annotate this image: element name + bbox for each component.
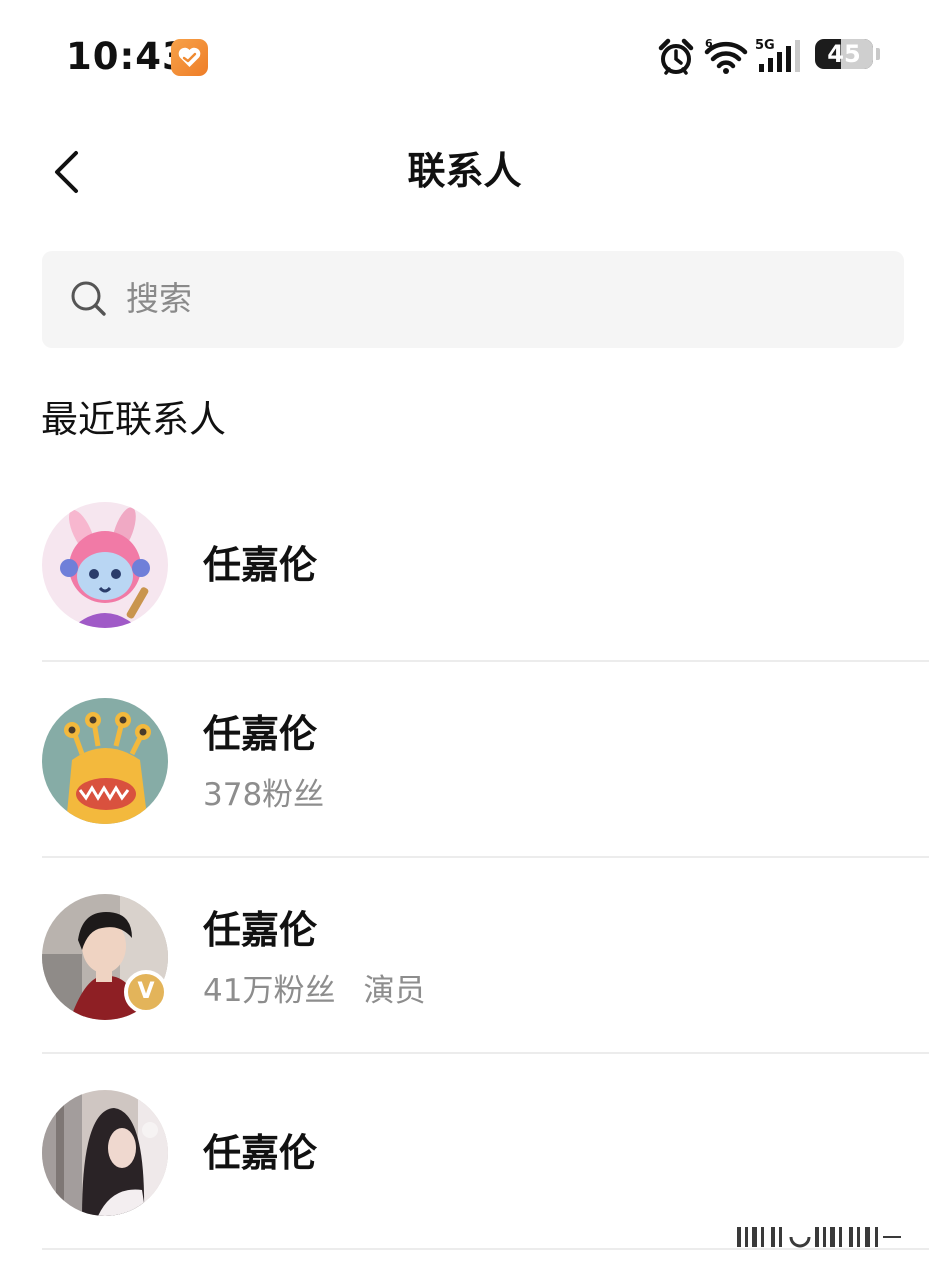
- page-title: 联系人: [407, 149, 522, 193]
- contact-row[interactable]: 任嘉伦: [0, 466, 929, 662]
- verified-badge: V: [124, 970, 168, 1014]
- photo-avatar: [42, 1090, 168, 1216]
- watermark-graphic: [737, 1227, 901, 1248]
- battery-icon: 45: [815, 39, 873, 69]
- battery-level: 45: [827, 40, 861, 68]
- network-label: 5G: [755, 38, 775, 53]
- cellular-signal-icon: 5G: [755, 38, 800, 72]
- status-bar: 10:43 6 5G 45: [0, 0, 929, 110]
- contact-name: 任嘉伦: [203, 908, 318, 952]
- search-icon: [71, 281, 106, 316]
- alarm-icon: [658, 38, 694, 75]
- battery-cap: [876, 48, 880, 60]
- search-placeholder: 搜索: [126, 279, 192, 318]
- contact-meta: 378粉丝: [203, 774, 324, 816]
- contact-meta: 41万粉丝 演员: [203, 970, 425, 1012]
- monster-avatar: [42, 698, 168, 824]
- search-input[interactable]: 搜索: [42, 251, 904, 348]
- contact-name: 任嘉伦: [203, 712, 318, 756]
- status-icons: 6 5G 45: [657, 36, 881, 76]
- cartoon-rabbit-avatar: [42, 502, 168, 628]
- contact-name: 任嘉伦: [203, 543, 318, 587]
- contact-role: 演员: [363, 973, 426, 1009]
- contact-list: 任嘉伦 任嘉伦 378粉丝 V 任嘉伦 41万粉丝 演员 任嘉伦: [0, 466, 929, 1250]
- contact-row[interactable]: 任嘉伦: [0, 1054, 929, 1250]
- app-notification-icon: [171, 39, 208, 76]
- contact-name: 任嘉伦: [203, 1131, 318, 1175]
- wifi-badge: 6: [705, 38, 713, 50]
- contact-row[interactable]: 任嘉伦 378粉丝: [0, 662, 929, 858]
- section-title-recent-contacts: 最近联系人: [41, 398, 226, 441]
- follower-count: 378粉丝: [203, 777, 325, 813]
- wifi-icon: 6: [704, 38, 748, 74]
- contact-row[interactable]: V 任嘉伦 41万粉丝 演员: [0, 858, 929, 1054]
- follower-count: 41万粉丝: [203, 973, 336, 1009]
